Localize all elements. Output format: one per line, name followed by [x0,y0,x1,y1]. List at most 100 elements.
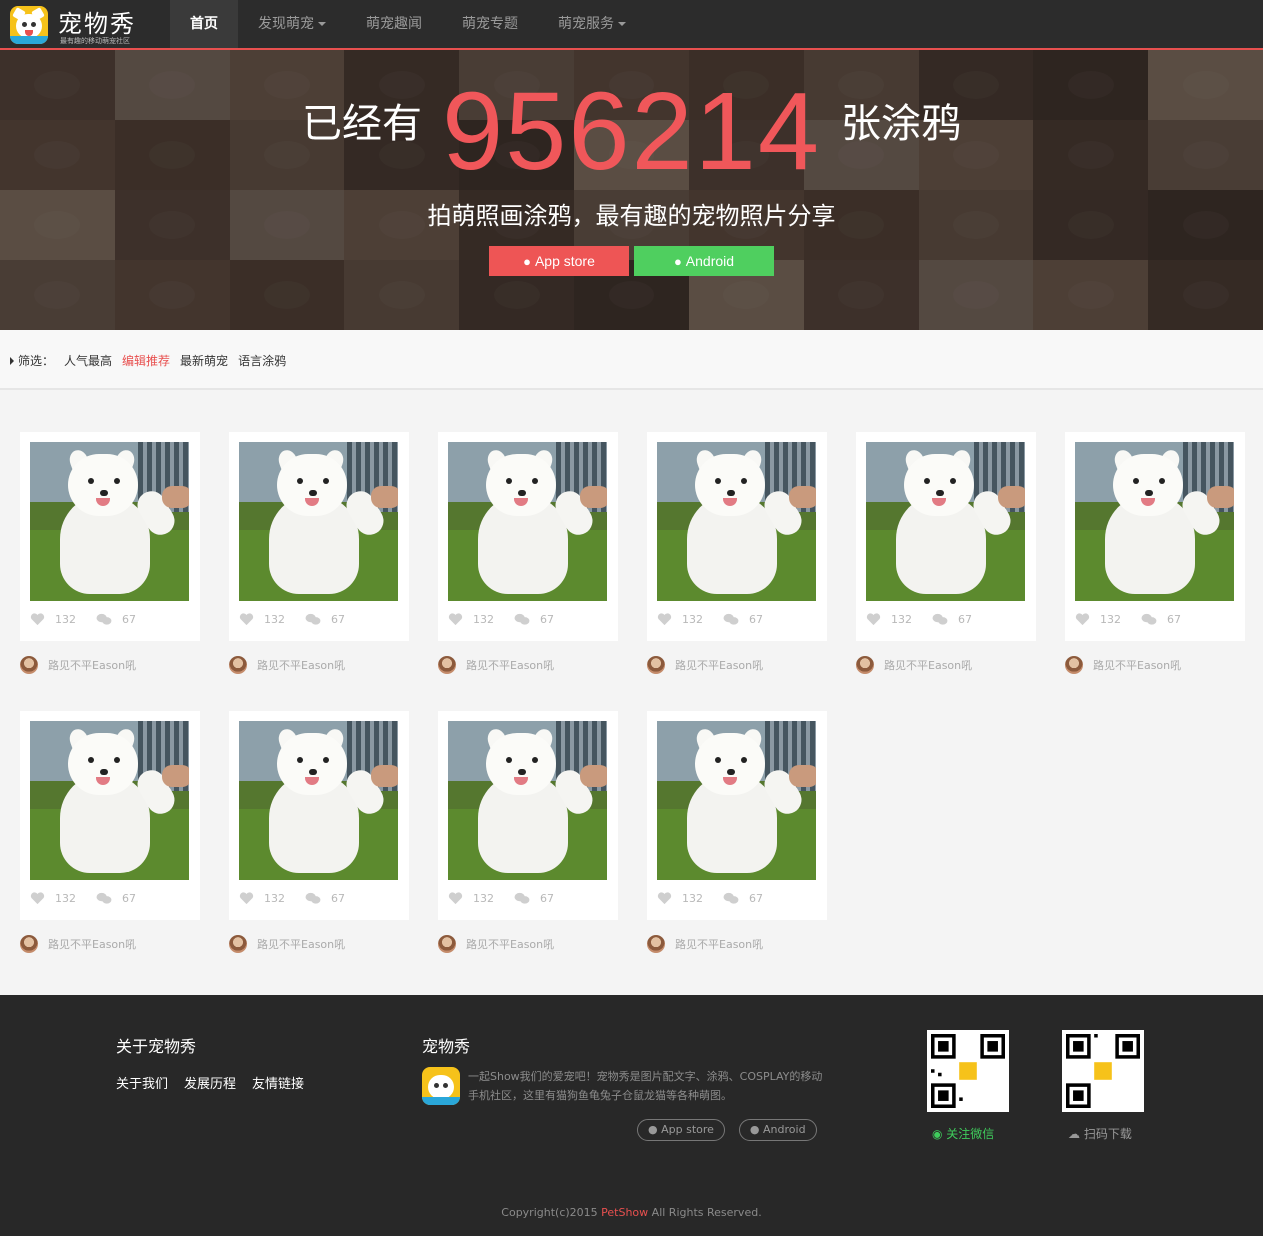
card-author[interactable]: 路见不平Eason吼 [647,935,763,953]
footer-link-0[interactable]: 关于我们 [116,1073,168,1092]
footer-link-2[interactable]: 友情链接 [252,1073,304,1092]
pet-card-frame[interactable]: 132 67 [438,711,618,920]
author-name: 路见不平Eason吼 [1093,659,1182,672]
pet-card-frame[interactable]: 132 67 [647,432,827,641]
comment-icon [723,613,739,625]
pet-photo[interactable] [866,442,1025,601]
card-author[interactable]: 路见不平Eason吼 [647,656,763,674]
copyright-prefix: Copyright(c)2015 [501,1206,602,1219]
footer-android-label: Android [763,1123,806,1136]
comment-icon [932,613,948,625]
avatar [1065,656,1083,674]
nav-item-0[interactable]: 首页 [170,0,238,48]
copyright-brand-link[interactable]: PetShow [601,1206,648,1219]
comment-count: 67 [122,613,136,626]
cloud-download-icon: ☁ [1068,1127,1084,1141]
filter-bar: 筛选： 人气最高 编辑推荐 最新萌宠 语言涂鸦 [0,330,1263,390]
download-qr-code [1062,1030,1144,1112]
nav-item-4[interactable]: 萌宠服务 [538,0,646,48]
main-nav: 首页 发现萌宠 萌宠趣闻 萌宠专题 萌宠服务 [170,0,646,48]
page-scrollbar[interactable] [1263,0,1280,1236]
pet-photo[interactable] [657,721,816,880]
avatar [20,935,38,953]
card-author[interactable]: 路见不平Eason吼 [20,935,136,953]
apple-icon: ● [648,1123,662,1136]
author-name: 路见不平Eason吼 [466,938,555,951]
nav-item-label: 萌宠专题 [462,16,518,32]
avatar [229,935,247,953]
like-count: 132 [473,613,494,626]
card-author[interactable]: 路见不平Eason吼 [1065,656,1181,674]
heart-icon [239,892,254,905]
nav-item-label: 萌宠趣闻 [366,16,422,32]
wechat-follow-link[interactable]: ◉ 关注微信 [932,1125,994,1142]
card-stats: 132 67 [30,613,136,626]
scan-download-link[interactable]: ☁ 扫码下载 [1068,1125,1132,1142]
nav-item-label: 萌宠服务 [558,16,614,32]
pet-photo[interactable] [448,721,607,880]
card-stats: 132 67 [657,892,763,905]
card-author[interactable]: 路见不平Eason吼 [438,935,554,953]
android-button[interactable]: ● Android [634,246,774,276]
avatar [438,656,456,674]
pet-gallery: 132 67 路见不平Eason吼 132 67 路见不平Eason吼 132 67 路见不平E… [0,392,1263,995]
pet-photo[interactable] [239,721,398,880]
pet-card-frame[interactable]: 132 67 [229,432,409,641]
counter-suffix: 张涂鸦 [841,101,962,147]
footer: 关于宠物秀 关于我们 发展历程 友情链接 宠物秀 一起Show我们的爱宠吧！宠物秀是… [0,995,1263,1236]
pet-photo[interactable] [657,442,816,601]
comment-icon [96,892,112,904]
pet-photo[interactable] [239,442,398,601]
footer-link-1[interactable]: 发展历程 [184,1073,236,1092]
pet-card-frame[interactable]: 132 67 [438,432,618,641]
brand-name: 宠物秀 [58,10,136,38]
avatar [229,656,247,674]
filter-option-3[interactable]: 语言涂鸦 [238,352,286,369]
card-author[interactable]: 路见不平Eason吼 [20,656,136,674]
comment-icon [1141,613,1157,625]
comment-count: 67 [958,613,972,626]
app-store-button[interactable]: ● App store [489,246,629,276]
filter-option-2[interactable]: 最新萌宠 [180,352,228,369]
pet-photo[interactable] [30,442,189,601]
card-author[interactable]: 路见不平Eason吼 [438,656,554,674]
site-logo[interactable]: 宠物秀 最有趣的移动萌宠社区 [10,6,160,46]
card-author[interactable]: 路见不平Eason吼 [229,935,345,953]
comment-count: 67 [749,892,763,905]
card-stats: 132 67 [448,613,554,626]
card-author[interactable]: 路见不平Eason吼 [856,656,972,674]
heart-icon [30,613,45,626]
pet-card-frame[interactable]: 132 67 [647,711,827,920]
comment-count: 67 [331,892,345,905]
filter-option-0[interactable]: 人气最高 [64,352,112,369]
pet-photo[interactable] [30,721,189,880]
filter-option-1[interactable]: 编辑推荐 [122,352,170,369]
android-icon: ● [673,254,682,269]
pet-photo[interactable] [448,442,607,601]
pet-card-frame[interactable]: 132 67 [20,711,200,920]
filter-options: 筛选： 人气最高 编辑推荐 最新萌宠 语言涂鸦 [10,352,296,369]
footer-android-button[interactable]: ● Android [738,1119,817,1141]
nav-item-3[interactable]: 萌宠专题 [442,0,538,48]
nav-item-label: 首页 [190,16,218,32]
pet-card-frame[interactable]: 132 67 [1065,432,1245,641]
pet-card-frame[interactable]: 132 67 [856,432,1036,641]
pet-photo[interactable] [1075,442,1234,601]
app-store-label: App store [534,253,595,269]
card-stats: 132 67 [239,613,345,626]
nav-item-1[interactable]: 发现萌宠 [238,0,346,48]
author-name: 路见不平Eason吼 [257,938,346,951]
card-stats: 132 67 [30,892,136,905]
comment-count: 67 [540,892,554,905]
footer-app-store-button[interactable]: ● App store [637,1119,725,1141]
copyright: Copyright(c)2015 PetShow All Rights Rese… [0,1206,1263,1219]
nav-item-2[interactable]: 萌宠趣闻 [346,0,442,48]
heart-icon [448,613,463,626]
pet-card-frame[interactable]: 132 67 [20,432,200,641]
card-stats: 132 67 [1075,613,1181,626]
card-author[interactable]: 路见不平Eason吼 [229,656,345,674]
doodle-counter: 已经有 956214 张涂鸦 [0,68,1263,195]
pet-card-frame[interactable]: 132 67 [229,711,409,920]
like-count: 132 [473,892,494,905]
like-count: 132 [682,892,703,905]
